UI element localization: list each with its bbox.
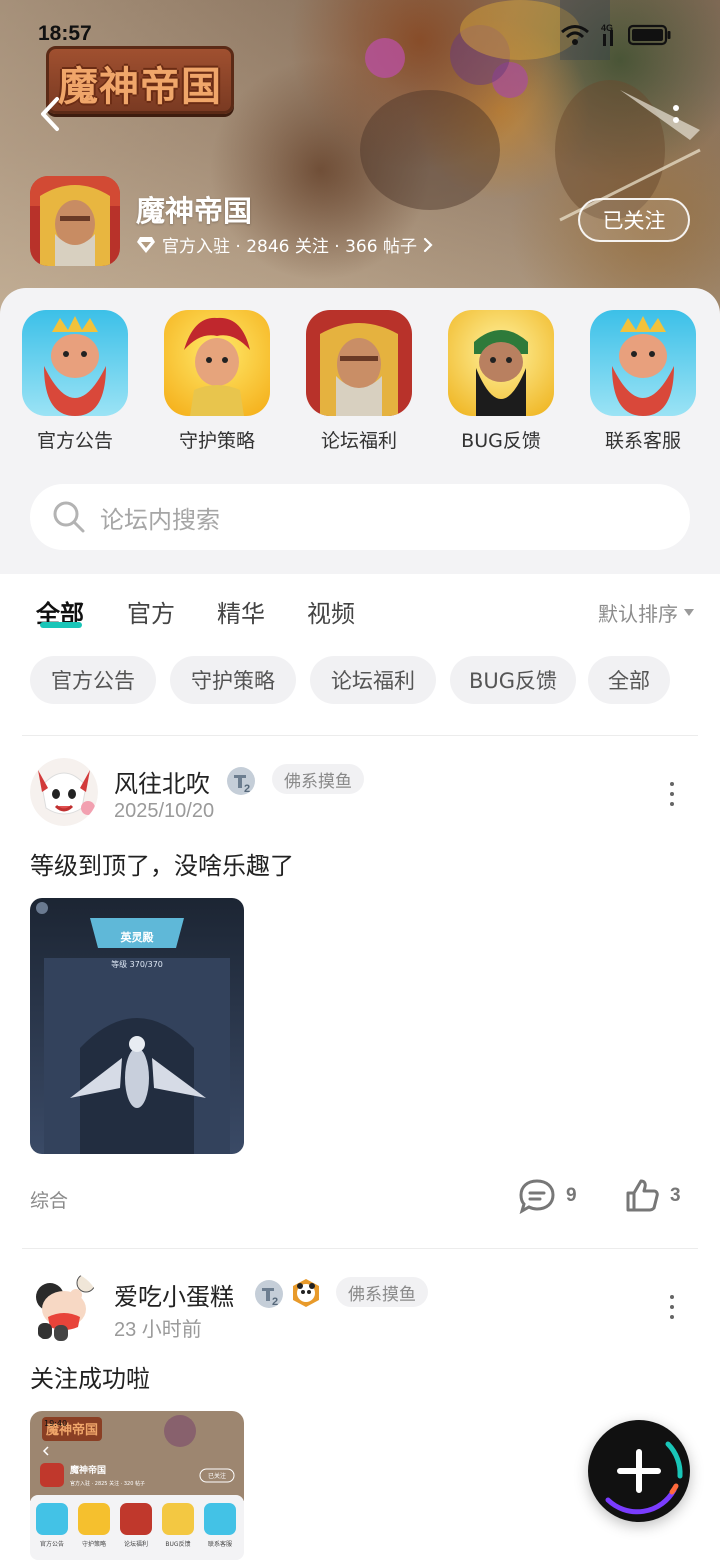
post-image[interactable]: 魔神帝国 19:40 魔神帝国 官方入驻 · 2825 关注 · 320 帖子 …	[30, 1411, 244, 1560]
entry-label: 联系客服	[604, 430, 681, 452]
user-tag-badge: 佛系摸鱼	[336, 1277, 428, 1307]
image-forum-meta: 官方入驻 · 2825 关注 · 320 帖子	[70, 1480, 145, 1487]
post-category[interactable]: 综合	[30, 1186, 68, 1213]
follow-button[interactable]: 已关注	[578, 198, 690, 242]
tab-video[interactable]: 视频	[307, 594, 355, 629]
image-follow-label: 已关注	[208, 1472, 226, 1480]
black-beard-general-icon	[448, 310, 554, 416]
svg-text:2: 2	[244, 783, 250, 795]
back-button[interactable]	[30, 92, 70, 136]
image-title: 英灵殿	[120, 930, 155, 944]
forum-meta[interactable]: 官方入驻 · 2846 关注 · 366 帖子	[136, 232, 433, 257]
post-card[interactable]: 风往北吹 2 佛系摸鱼 2025/10/20 等级到顶了，没啥乐趣了 英灵殿 等…	[0, 736, 720, 1248]
post-username[interactable]: 风往北吹	[114, 764, 210, 799]
post-image[interactable]: 英灵殿 等级 370/370	[30, 898, 244, 1154]
wifi-icon	[560, 23, 590, 47]
entry-forum-welfare[interactable]: 论坛福利	[299, 310, 419, 452]
image-entry-label: 联系客服	[208, 1540, 232, 1548]
warrior-king-icon	[306, 310, 412, 416]
image-subtitle: 等级 370/370	[111, 959, 163, 969]
post-more-button[interactable]	[666, 782, 678, 806]
comment-icon	[519, 1179, 555, 1214]
image-entry-label: 守护策略	[82, 1540, 106, 1548]
category-chips: 官方公告 守护策略 论坛福利 BUG反馈 全部	[30, 656, 720, 704]
svg-text:2: 2	[272, 1296, 278, 1308]
avatar[interactable]	[30, 758, 98, 826]
entry-label: 官方公告	[36, 430, 113, 452]
forum-meta-text: 官方入驻 · 2846 关注 · 366 帖子	[162, 237, 417, 257]
caret-down-icon	[684, 608, 694, 616]
image-entry-label: BUG反馈	[165, 1540, 190, 1548]
search-input[interactable]: 论坛内搜索	[30, 484, 690, 550]
quick-entries: 官方公告 守护策略 论坛福利 BUG反馈 联系客服	[0, 310, 720, 452]
post-content[interactable]: 等级到顶了，没啥乐趣了	[30, 846, 294, 881]
like-count: 3	[670, 1185, 681, 1206]
medal-icon	[293, 1279, 319, 1307]
post-time: 23 小时前	[114, 1319, 202, 1341]
comment-count: 9	[566, 1185, 577, 1206]
back-icon	[41, 97, 59, 131]
forum-name: 魔神帝国	[136, 194, 253, 228]
red-hair-hero-icon	[164, 310, 270, 416]
diamond-icon	[137, 236, 155, 253]
chevron-right-icon	[423, 237, 433, 252]
chip-all[interactable]: 全部	[588, 656, 670, 704]
image-time: 19:40	[44, 1419, 67, 1428]
chip-forum-welfare[interactable]: 论坛福利	[310, 656, 436, 704]
chip-guard-strategy[interactable]: 守护策略	[170, 656, 296, 704]
tab-featured[interactable]: 精华	[217, 594, 265, 629]
create-post-button[interactable]	[588, 1420, 690, 1522]
forum-header-banner: 魔神帝国 18:57 4G 魔神帝国 官方入驻 · 2846 关注 · 366 …	[0, 0, 720, 330]
sort-label: 默认排序	[598, 602, 678, 626]
image-entry-label: 官方公告	[40, 1540, 64, 1548]
more-icon-dot	[673, 117, 679, 123]
image-forum-name: 魔神帝国	[69, 1464, 106, 1476]
chip-official-notice[interactable]: 官方公告	[30, 656, 156, 704]
entry-bug-feedback[interactable]: BUG反馈	[441, 310, 561, 452]
bearded-king-icon	[590, 310, 696, 416]
chip-bug-feedback[interactable]: BUG反馈	[450, 656, 576, 704]
entry-contact-service[interactable]: 联系客服	[583, 310, 703, 452]
like-stat[interactable]: 3	[624, 1178, 681, 1214]
post-time: 2025/10/20	[114, 800, 215, 822]
entry-label: 论坛福利	[320, 430, 397, 452]
logo-text: 魔神帝国	[58, 64, 222, 110]
battery-icon	[628, 24, 672, 46]
post-username[interactable]: 爱吃小蛋糕	[114, 1277, 234, 1312]
level-badge-icon: 2	[255, 1280, 283, 1308]
sort-dropdown[interactable]: 默认排序	[598, 598, 694, 627]
search-placeholder: 论坛内搜索	[100, 505, 220, 534]
entry-official-notice[interactable]: 官方公告	[15, 310, 135, 452]
more-options-button[interactable]	[666, 100, 686, 128]
tab-official[interactable]: 官方	[127, 594, 175, 629]
more-icon-dot	[673, 105, 679, 111]
entry-label: BUG反馈	[461, 430, 541, 452]
bearded-king-icon	[22, 310, 128, 416]
avatar[interactable]	[26, 1271, 100, 1345]
level-badge-icon: 2	[227, 767, 255, 795]
search-icon	[53, 501, 85, 533]
signal-icon: 4G	[600, 22, 618, 48]
image-entry-label: 论坛福利	[124, 1540, 148, 1548]
user-tag-badge: 佛系摸鱼	[272, 764, 364, 794]
plus-icon	[605, 1441, 683, 1515]
post-more-button[interactable]	[666, 1295, 678, 1319]
thumbs-up-icon	[626, 1179, 659, 1212]
entry-label: 守护策略	[178, 430, 255, 452]
post-content[interactable]: 关注成功啦	[30, 1359, 150, 1394]
quick-entry-panel: 官方公告 守护策略 论坛福利 BUG反馈 联系客服 论坛内搜索	[0, 288, 720, 574]
entry-guard-strategy[interactable]: 守护策略	[157, 310, 277, 452]
comment-stat[interactable]: 9	[518, 1178, 577, 1214]
status-bar: 18:57 4G	[0, 18, 720, 54]
status-time: 18:57	[38, 22, 92, 45]
forum-avatar	[30, 176, 120, 266]
active-tab-indicator	[40, 622, 82, 628]
status-icons: 4G	[560, 22, 672, 48]
